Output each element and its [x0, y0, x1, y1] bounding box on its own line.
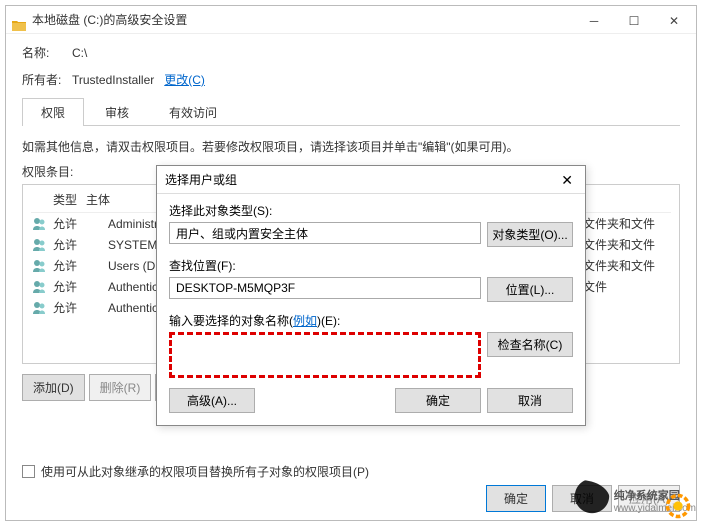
object-names-input[interactable] — [169, 332, 481, 378]
modal-ok-button[interactable]: 确定 — [395, 388, 481, 413]
replace-inherit-checkbox[interactable] — [22, 465, 35, 478]
owner-value: TrustedInstaller — [72, 73, 154, 87]
add-button[interactable]: 添加(D) — [22, 374, 85, 401]
object-types-button[interactable]: 对象类型(O)... — [487, 222, 573, 247]
col-type: 类型 — [31, 191, 86, 208]
locations-button[interactable]: 位置(L)... — [487, 277, 573, 302]
folder-icon — [12, 14, 26, 26]
advanced-button[interactable]: 高级(A)... — [169, 388, 255, 413]
tab-auditing[interactable]: 审核 — [86, 98, 148, 126]
remove-button: 删除(R) — [89, 374, 152, 401]
object-names-label: 输入要选择的对象名称(例如)(E): — [169, 312, 573, 329]
location-field — [169, 277, 481, 299]
gear-icon — [664, 492, 692, 520]
users-icon — [31, 280, 49, 294]
close-icon[interactable]: ✕ — [557, 166, 577, 194]
replace-inherit-label: 使用可从此对象继承的权限项目替换所有子对象的权限项目(P) — [41, 463, 369, 480]
select-user-dialog: 选择用户或组 ✕ 选择此对象类型(S): 对象类型(O)... 查找位置(F):… — [156, 165, 586, 426]
example-link[interactable]: 例如 — [293, 314, 317, 328]
modal-title: 选择用户或组 — [165, 166, 237, 194]
users-icon — [31, 238, 49, 252]
ok-button[interactable]: 确定 — [486, 485, 546, 512]
object-type-label: 选择此对象类型(S): — [169, 202, 573, 219]
check-names-button[interactable]: 检查名称(C) — [487, 332, 573, 357]
owner-label: 所有者: — [22, 71, 72, 88]
watermark: 纯净系统家园 www.yidaimei.com — [550, 480, 696, 520]
modal-cancel-button[interactable]: 取消 — [487, 388, 573, 413]
name-value: C:\ — [72, 46, 87, 60]
window-title: 本地磁盘 (C:)的高级安全设置 — [32, 6, 187, 34]
hint-text: 如需其他信息，请双击权限项目。若要修改权限项目，请选择该项目并单击"编辑"(如果… — [22, 138, 680, 155]
minimize-button[interactable]: ─ — [574, 8, 614, 34]
maximize-button[interactable]: ☐ — [614, 8, 654, 34]
users-icon — [31, 301, 49, 315]
tab-permissions[interactable]: 权限 — [22, 98, 84, 126]
users-icon — [31, 259, 49, 273]
location-label: 查找位置(F): — [169, 257, 573, 274]
change-owner-link[interactable]: 更改(C) — [164, 71, 205, 88]
users-icon — [31, 217, 49, 231]
close-button[interactable]: ✕ — [654, 8, 694, 34]
object-type-field — [169, 222, 481, 244]
tab-effective[interactable]: 有效访问 — [150, 98, 236, 126]
name-label: 名称: — [22, 44, 72, 61]
